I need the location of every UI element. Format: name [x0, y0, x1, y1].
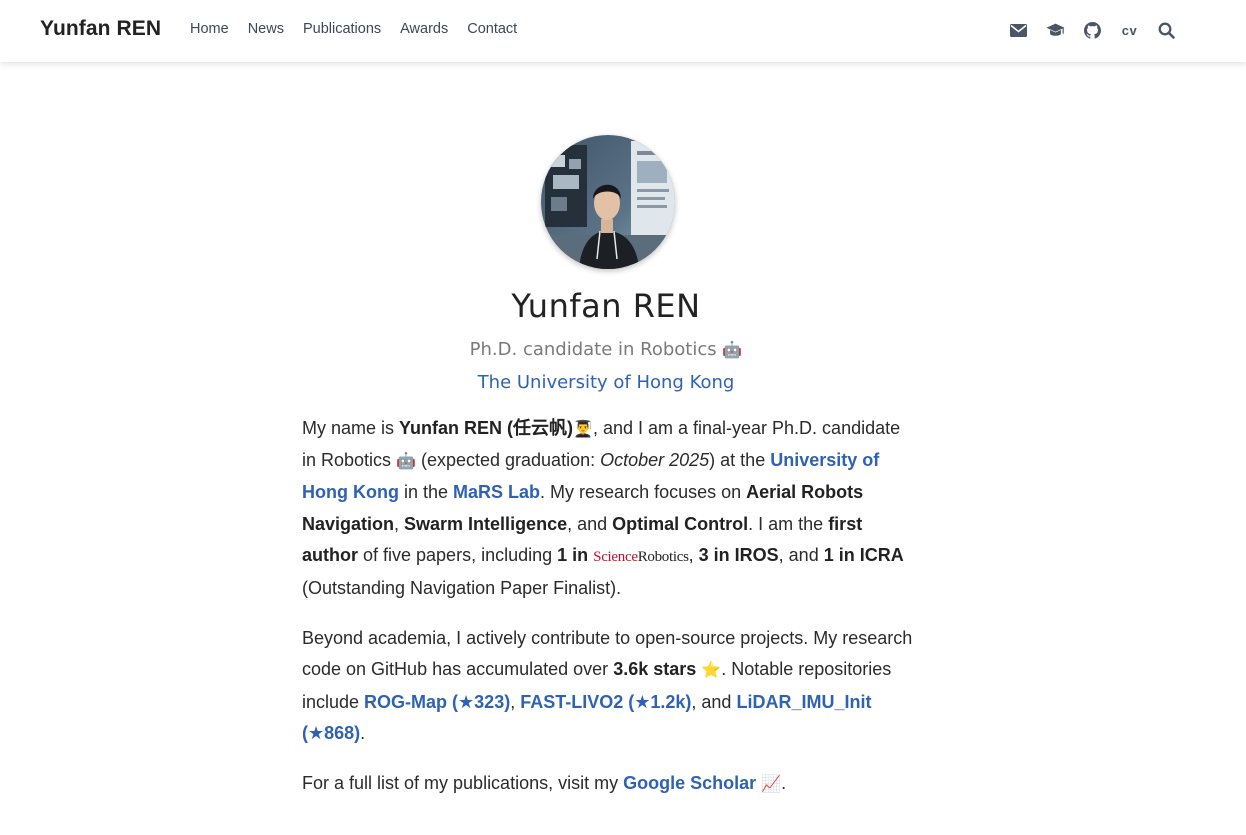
robot-emoji-icon: 🤖: [722, 340, 743, 359]
profile-title-text: Ph.D. candidate in Robotics: [469, 339, 717, 360]
graduation-date: October 2025: [600, 450, 710, 471]
robot-emoji-icon: 🤖: [396, 453, 416, 471]
email-icon[interactable]: [1009, 17, 1028, 43]
nav-icons: cv: [991, 17, 1176, 43]
chart-emoji-icon: 📈: [761, 776, 782, 794]
repo-link-rog-map[interactable]: ROG-Map (★323): [364, 692, 510, 712]
star-emoji-icon: ⭐: [701, 662, 722, 680]
nav-link-home[interactable]: Home: [190, 21, 229, 37]
graduate-emoji-icon: 👨‍🎓: [573, 421, 593, 438]
iros-count: 3 in IROS: [698, 544, 779, 565]
bio-section: My name is Yunfan REN (任云帆)👨‍🎓, and I am…: [302, 413, 914, 819]
nav-link-contact[interactable]: Contact: [467, 21, 517, 37]
graduation-cap-icon[interactable]: [1046, 17, 1065, 43]
focus-swarm: Swarm Intelligence: [404, 513, 568, 534]
icra-count: 1 in ICRA: [823, 544, 904, 565]
profile-title: Ph.D. candidate in Robotics 🤖: [0, 339, 1212, 360]
mars-lab-link[interactable]: MaRS Lab: [453, 482, 540, 502]
nav-links: Home News Publications Awards Contact: [190, 21, 536, 37]
bio-paragraph-intro: My name is Yunfan REN (任云帆)👨‍🎓, and I am…: [302, 418, 904, 599]
nav-link-publications[interactable]: Publications: [303, 21, 381, 37]
cv-icon[interactable]: cv: [1120, 17, 1139, 43]
navbar: Yunfan REN Home News Publications Awards…: [0, 0, 1246, 62]
bio-paragraph-publications: For a full list of my publications, visi…: [302, 773, 787, 794]
profile-affiliation: The University of Hong Kong: [0, 372, 1212, 393]
science-robotics-count: 1 in: [557, 544, 589, 565]
focus-control: Optimal Control: [612, 513, 749, 534]
profile-name: Yunfan REN: [511, 287, 701, 325]
repo-link-fast-livo2[interactable]: FAST-LIVO2 (★1.2k): [520, 692, 691, 712]
nav-link-news[interactable]: News: [248, 21, 284, 37]
profile-avatar: [541, 135, 675, 269]
bio-paragraph-opensource: Beyond academia, I actively contribute t…: [302, 628, 913, 743]
nav-link-awards[interactable]: Awards: [400, 21, 448, 37]
science-robotics-logo: ScienceRobotics: [593, 548, 689, 565]
github-icon[interactable]: [1083, 17, 1102, 43]
affiliation-link[interactable]: The University of Hong Kong: [478, 372, 735, 393]
site-brand[interactable]: Yunfan REN: [40, 17, 161, 41]
search-icon[interactable]: [1157, 17, 1176, 43]
github-stars: 3.6k stars: [613, 659, 697, 680]
bio-name: Yunfan REN (任云帆): [399, 418, 574, 438]
google-scholar-link[interactable]: Google Scholar: [623, 773, 756, 793]
